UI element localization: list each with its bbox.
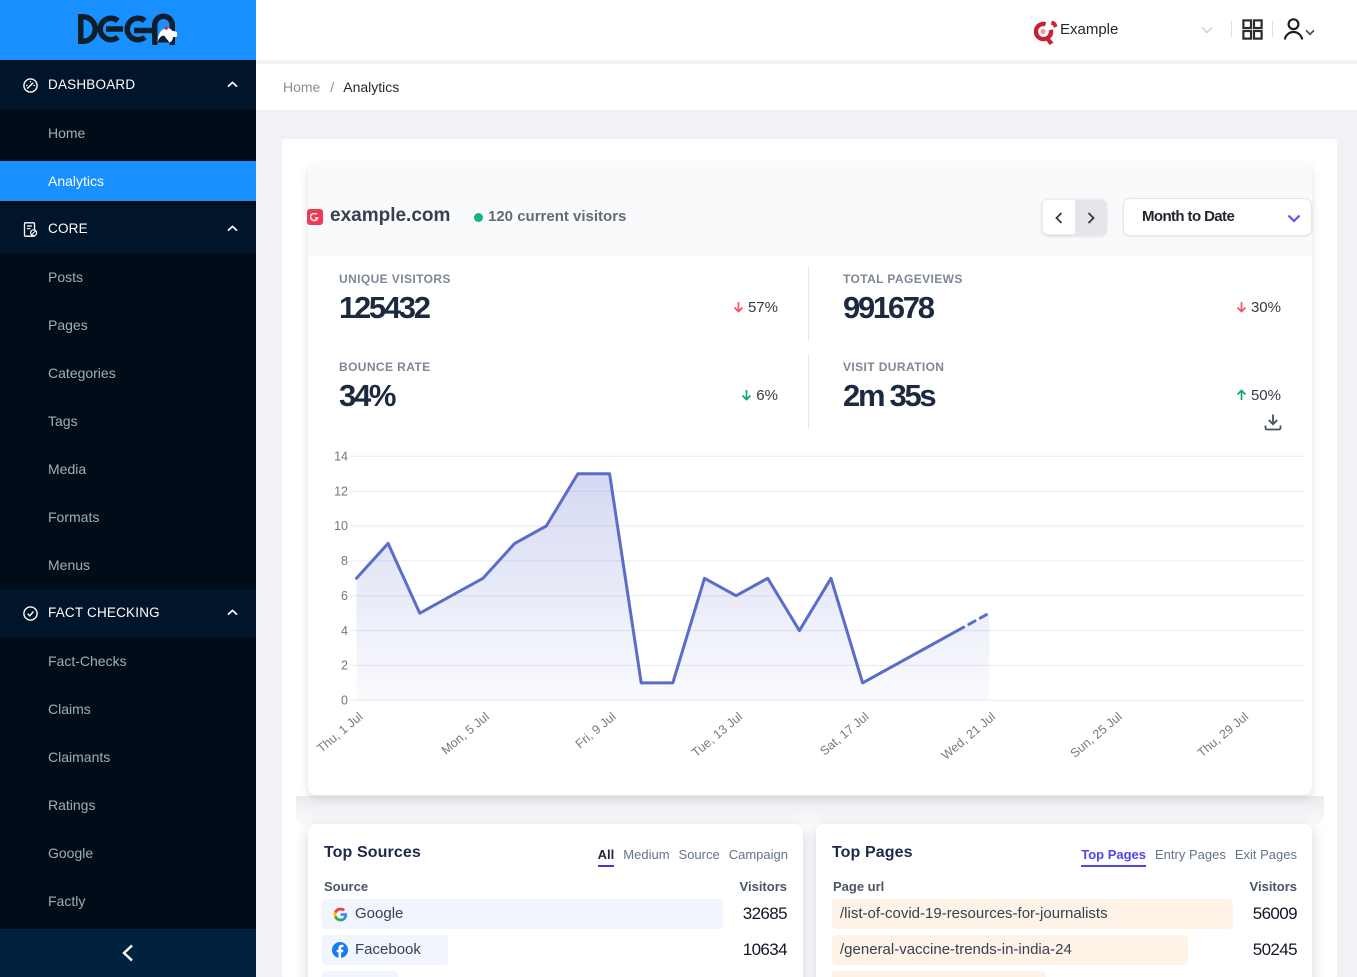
svg-text:8: 8 bbox=[341, 554, 348, 568]
svg-text:2: 2 bbox=[341, 659, 348, 673]
svg-text:0: 0 bbox=[341, 694, 348, 708]
svg-text:12: 12 bbox=[334, 484, 348, 498]
svg-text:Wed, 21 Jul: Wed, 21 Jul bbox=[939, 710, 998, 763]
svg-text:6: 6 bbox=[341, 589, 348, 603]
svg-text:Thu, 1 Jul: Thu, 1 Jul bbox=[314, 710, 365, 756]
svg-text:Sat, 17 Jul: Sat, 17 Jul bbox=[817, 710, 871, 759]
svg-text:Fri, 9 Jul: Fri, 9 Jul bbox=[573, 710, 619, 752]
svg-text:Thu, 29 Jul: Thu, 29 Jul bbox=[1195, 710, 1251, 760]
svg-text:4: 4 bbox=[341, 624, 348, 638]
svg-text:10: 10 bbox=[334, 519, 348, 533]
svg-text:14: 14 bbox=[334, 450, 348, 464]
svg-text:Tue, 13 Jul: Tue, 13 Jul bbox=[689, 710, 745, 760]
svg-text:Sun, 25 Jul: Sun, 25 Jul bbox=[1068, 710, 1125, 761]
svg-text:Mon, 5 Jul: Mon, 5 Jul bbox=[439, 710, 492, 758]
